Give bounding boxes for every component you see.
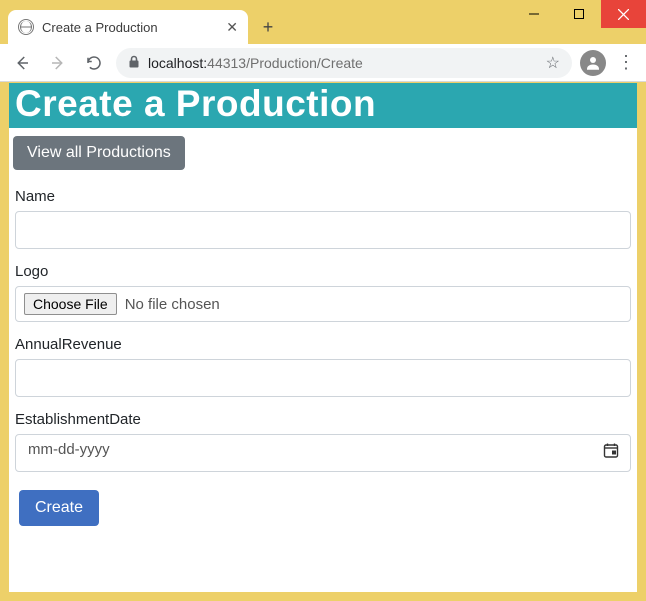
choose-file-button[interactable]: Choose File — [24, 293, 117, 315]
address-path: /Production/Create — [246, 55, 363, 71]
logo-file-input[interactable]: Choose File No file chosen — [15, 286, 631, 322]
page-viewport: Create a Production View all Productions… — [9, 83, 637, 592]
lock-icon — [128, 55, 140, 71]
view-all-productions-button[interactable]: View all Productions — [13, 136, 185, 170]
address-port: 44313 — [207, 55, 246, 71]
field-annual-revenue: AnnualRevenue — [15, 336, 631, 397]
address-bar[interactable]: localhost:44313/Production/Create ☆ — [116, 48, 572, 78]
address-text: localhost:44313/Production/Create — [148, 55, 363, 71]
back-button[interactable] — [8, 49, 36, 77]
logo-label: Logo — [15, 263, 631, 280]
file-status-text: No file chosen — [125, 296, 220, 313]
browser-tab-active[interactable]: Create a Production ✕ — [8, 10, 248, 44]
browser-menu-button[interactable]: ⋮ — [614, 49, 638, 77]
name-input[interactable] — [15, 211, 631, 249]
create-production-form: Name Logo Choose File No file chosen Ann… — [9, 170, 637, 530]
field-establishment-date: EstablishmentDate mm-dd-yyyy — [15, 411, 631, 472]
establishment-date-input[interactable]: mm-dd-yyyy — [15, 434, 631, 472]
annual-revenue-input[interactable] — [15, 359, 631, 397]
browser-tabstrip: Create a Production ✕ + — [0, 8, 646, 44]
reload-button[interactable] — [80, 49, 108, 77]
globe-icon — [18, 19, 34, 35]
field-name: Name — [15, 188, 631, 249]
person-icon — [584, 54, 602, 72]
arrow-right-icon — [49, 54, 67, 72]
create-button[interactable]: Create — [19, 490, 99, 526]
tab-title: Create a Production — [42, 20, 218, 35]
window-titlebar — [0, 0, 646, 8]
forward-button[interactable] — [44, 49, 72, 77]
page-title: Create a Production — [9, 83, 637, 128]
name-label: Name — [15, 188, 631, 205]
bookmark-button[interactable]: ☆ — [546, 53, 560, 73]
browser-toolbar: localhost:44313/Production/Create ☆ ⋮ — [0, 44, 646, 82]
tab-close-button[interactable]: ✕ — [226, 19, 238, 36]
new-tab-button[interactable]: + — [254, 13, 282, 41]
reload-icon — [85, 54, 103, 72]
field-logo: Logo Choose File No file chosen — [15, 263, 631, 322]
address-host: localhost: — [148, 55, 207, 71]
arrow-left-icon — [13, 54, 31, 72]
establishment-date-label: EstablishmentDate — [15, 411, 631, 428]
profile-avatar-button[interactable] — [580, 50, 606, 76]
annual-revenue-label: AnnualRevenue — [15, 336, 631, 353]
